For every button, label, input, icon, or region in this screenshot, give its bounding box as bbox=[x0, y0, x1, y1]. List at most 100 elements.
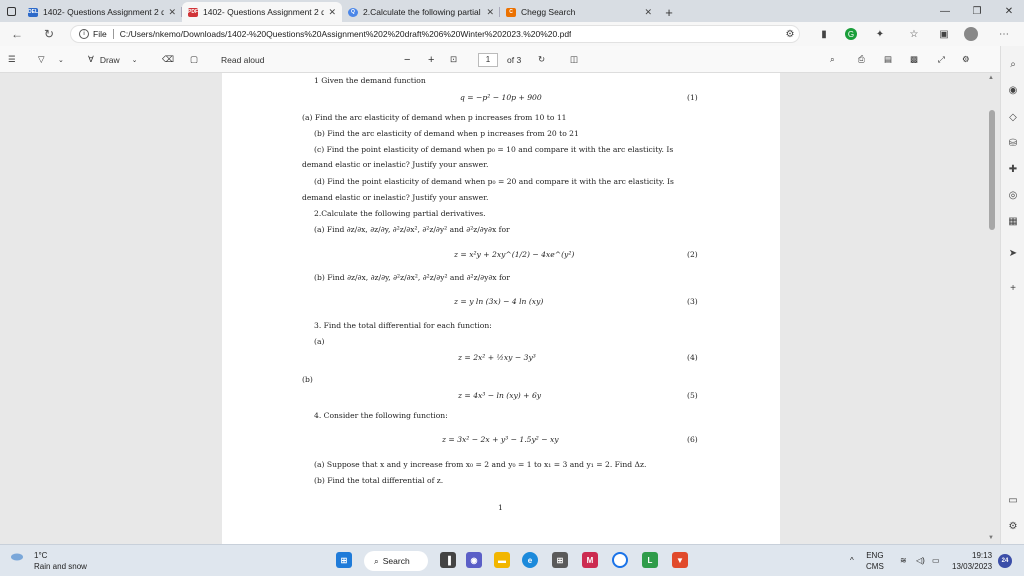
close-tab-icon[interactable]: ✕ bbox=[486, 7, 494, 18]
wifi-icon[interactable]: ≋ bbox=[900, 555, 907, 566]
print-icon[interactable]: ⎙ bbox=[858, 52, 865, 67]
shopping-bag-icon[interactable]: ⛁ bbox=[1004, 134, 1022, 152]
extension-icon[interactable]: ▮ bbox=[816, 26, 832, 42]
arrow-left-icon: ← bbox=[11, 27, 23, 41]
edge-sidebar: ⌕ ◉ ◇ ⛁ ✚ ◎ ▦ ➤ + ▭ ⚙ bbox=[1000, 46, 1024, 544]
question-1d-cont: demand elastic or inelastic? Justify you… bbox=[302, 193, 489, 202]
question-4b: (b) Find the total differential of z. bbox=[314, 476, 444, 485]
draw-icon: ∀ bbox=[88, 54, 94, 64]
store-icon[interactable]: ⊞ bbox=[552, 552, 568, 568]
sidebar-layout-icon[interactable]: ▭ bbox=[1004, 491, 1022, 509]
mcafee-icon[interactable]: M bbox=[582, 552, 598, 568]
equation-number: (6) bbox=[687, 435, 698, 444]
sidebar-settings-icon[interactable]: ⚙ bbox=[1004, 517, 1022, 535]
close-tab-icon[interactable]: ✕ bbox=[168, 7, 176, 18]
bing-chat-icon[interactable]: ◉ bbox=[1004, 81, 1022, 99]
tab-3[interactable]: Q 2.Calculate the following partial ✕ bbox=[342, 2, 500, 22]
search-icon: ⌕ bbox=[374, 555, 379, 566]
save-icon[interactable]: ▤ bbox=[884, 52, 892, 67]
extensions-puzzle-icon[interactable]: ✦ bbox=[872, 26, 888, 42]
zoom-in-button[interactable]: + bbox=[428, 52, 434, 67]
tab-2[interactable]: PDF 1402- Questions Assignment 2 d ✕ bbox=[182, 2, 342, 22]
close-tab-icon[interactable]: ✕ bbox=[328, 7, 336, 18]
equation-number: (2) bbox=[687, 250, 698, 259]
scroll-up-icon[interactable]: ▲ bbox=[988, 75, 994, 81]
minimize-button[interactable]: — bbox=[930, 0, 960, 22]
tools-icon[interactable]: ✚ bbox=[1004, 160, 1022, 178]
language-indicator[interactable]: ENG CMS bbox=[866, 550, 884, 572]
tag-icon[interactable]: ◇ bbox=[1004, 108, 1022, 126]
refresh-button[interactable]: ↻ bbox=[36, 22, 62, 46]
pdf-toolbar: ☰ ▽ ⌄ ∀ Draw ⌄ ⌫ ▢ Read aloud − + ⊡ 1 of… bbox=[0, 46, 1000, 73]
settings-gear-icon[interactable]: ⚙ bbox=[962, 52, 970, 67]
volume-icon[interactable]: ◁) bbox=[916, 555, 925, 566]
scroll-down-icon[interactable]: ▼ bbox=[988, 535, 994, 541]
edge-icon[interactable]: e bbox=[522, 552, 538, 568]
add-sidebar-app-icon[interactable]: + bbox=[1004, 279, 1022, 297]
l-app-icon[interactable]: L bbox=[642, 552, 658, 568]
extension-green-icon[interactable]: G bbox=[845, 28, 857, 40]
cortana-icon[interactable] bbox=[612, 552, 628, 568]
notification-badge[interactable]: 24 bbox=[998, 554, 1012, 568]
weather-text: Rain and snow bbox=[34, 562, 87, 571]
draw-button[interactable]: ∀ Draw ⌄ bbox=[88, 52, 138, 67]
back-button[interactable]: ← bbox=[4, 22, 30, 46]
read-aloud-label: Read aloud bbox=[221, 54, 265, 65]
question-3-heading: 3. Find the total differential for each … bbox=[314, 321, 492, 330]
save-as-icon[interactable]: ▩ bbox=[910, 52, 918, 67]
weather-widget[interactable]: 1°C Rain and snow bbox=[10, 550, 87, 572]
highlight-icon[interactable]: ▽ bbox=[38, 52, 45, 67]
fit-page-icon[interactable]: ⊡ bbox=[450, 52, 457, 67]
sidebar-search-icon[interactable]: ⌕ bbox=[1004, 55, 1022, 73]
teams-chat-icon[interactable]: ◉ bbox=[466, 552, 482, 568]
question-1-heading: 1 Given the demand function bbox=[314, 76, 426, 85]
profile-avatar[interactable] bbox=[964, 27, 978, 41]
scrollbar[interactable]: ▲ ▼ bbox=[987, 73, 997, 544]
workspaces-button[interactable] bbox=[0, 0, 22, 22]
equation-number: (4) bbox=[687, 353, 698, 362]
battery-icon[interactable]: ▭ bbox=[932, 555, 940, 566]
plus-icon: + bbox=[665, 4, 673, 20]
taskbar-search[interactable]: ⌕ Search bbox=[364, 551, 428, 571]
new-tab-button[interactable]: + bbox=[658, 2, 680, 22]
fullscreen-icon[interactable]: ⤢ bbox=[938, 52, 945, 67]
restore-button[interactable]: ❐ bbox=[962, 0, 992, 22]
close-window-button[interactable]: ✕ bbox=[994, 0, 1024, 22]
equation-2: z = x²y + 2xy^(1/2) − 4xe^(y²) bbox=[454, 250, 575, 259]
file-explorer-icon[interactable]: ▬ bbox=[494, 552, 510, 568]
chevron-down-icon[interactable]: ⌄ bbox=[58, 52, 64, 67]
page-view-icon[interactable]: ◫ bbox=[570, 52, 578, 67]
close-tab-icon[interactable]: ✕ bbox=[644, 7, 652, 18]
clock[interactable]: 19:13 13/03/2023 bbox=[952, 550, 992, 572]
contents-icon[interactable]: ☰ bbox=[8, 52, 16, 67]
brave-icon[interactable]: ▼ bbox=[672, 552, 688, 568]
question-2b: (b) Find ∂z/∂x, ∂z/∂y, ∂²z/∂x², ∂²z/∂y² … bbox=[314, 273, 510, 282]
more-menu-icon[interactable]: ⋯ bbox=[996, 26, 1012, 42]
read-aloud-button[interactable]: Read aloud bbox=[221, 52, 264, 67]
search-label: Search bbox=[382, 556, 410, 566]
erase-icon[interactable]: ⌫ bbox=[162, 52, 174, 67]
rotate-icon[interactable]: ↻ bbox=[538, 52, 545, 67]
task-view-icon[interactable]: ▐ bbox=[440, 552, 456, 568]
windows-start-icon[interactable]: ⊞ bbox=[336, 552, 352, 568]
pdf-favicon-icon: PDF bbox=[188, 7, 198, 17]
office-icon[interactable]: ▦ bbox=[1004, 212, 1022, 230]
info-icon[interactable]: i bbox=[79, 29, 89, 39]
text-icon[interactable]: ▢ bbox=[190, 52, 198, 67]
send-icon[interactable]: ➤ bbox=[1004, 244, 1022, 262]
equation-number: (5) bbox=[687, 391, 698, 400]
equation-4: z = 2x² + ½xy − 3y³ bbox=[458, 353, 536, 362]
show-hidden-icons-icon[interactable]: ^ bbox=[850, 555, 854, 566]
games-icon[interactable]: ◎ bbox=[1004, 186, 1022, 204]
favorites-star-icon[interactable]: ☆ bbox=[906, 26, 922, 42]
equation-number: (1) bbox=[687, 93, 698, 102]
collections-icon[interactable]: ▣ bbox=[936, 26, 952, 42]
page-number-field[interactable]: 1 bbox=[478, 52, 498, 67]
zoom-out-button[interactable]: − bbox=[404, 52, 410, 67]
url-field[interactable]: i File C:/Users/nkemo/Downloads/1402-%20… bbox=[70, 25, 800, 43]
tab-4[interactable]: C Chegg Search ✕ bbox=[500, 2, 658, 22]
search-icon[interactable]: ⌕ bbox=[830, 52, 835, 67]
tab-1[interactable]: DEL 1402- Questions Assignment 2 d ✕ bbox=[22, 2, 182, 22]
scrollbar-thumb[interactable] bbox=[989, 110, 995, 230]
read-mode-icon[interactable]: ⚙ bbox=[782, 26, 798, 42]
